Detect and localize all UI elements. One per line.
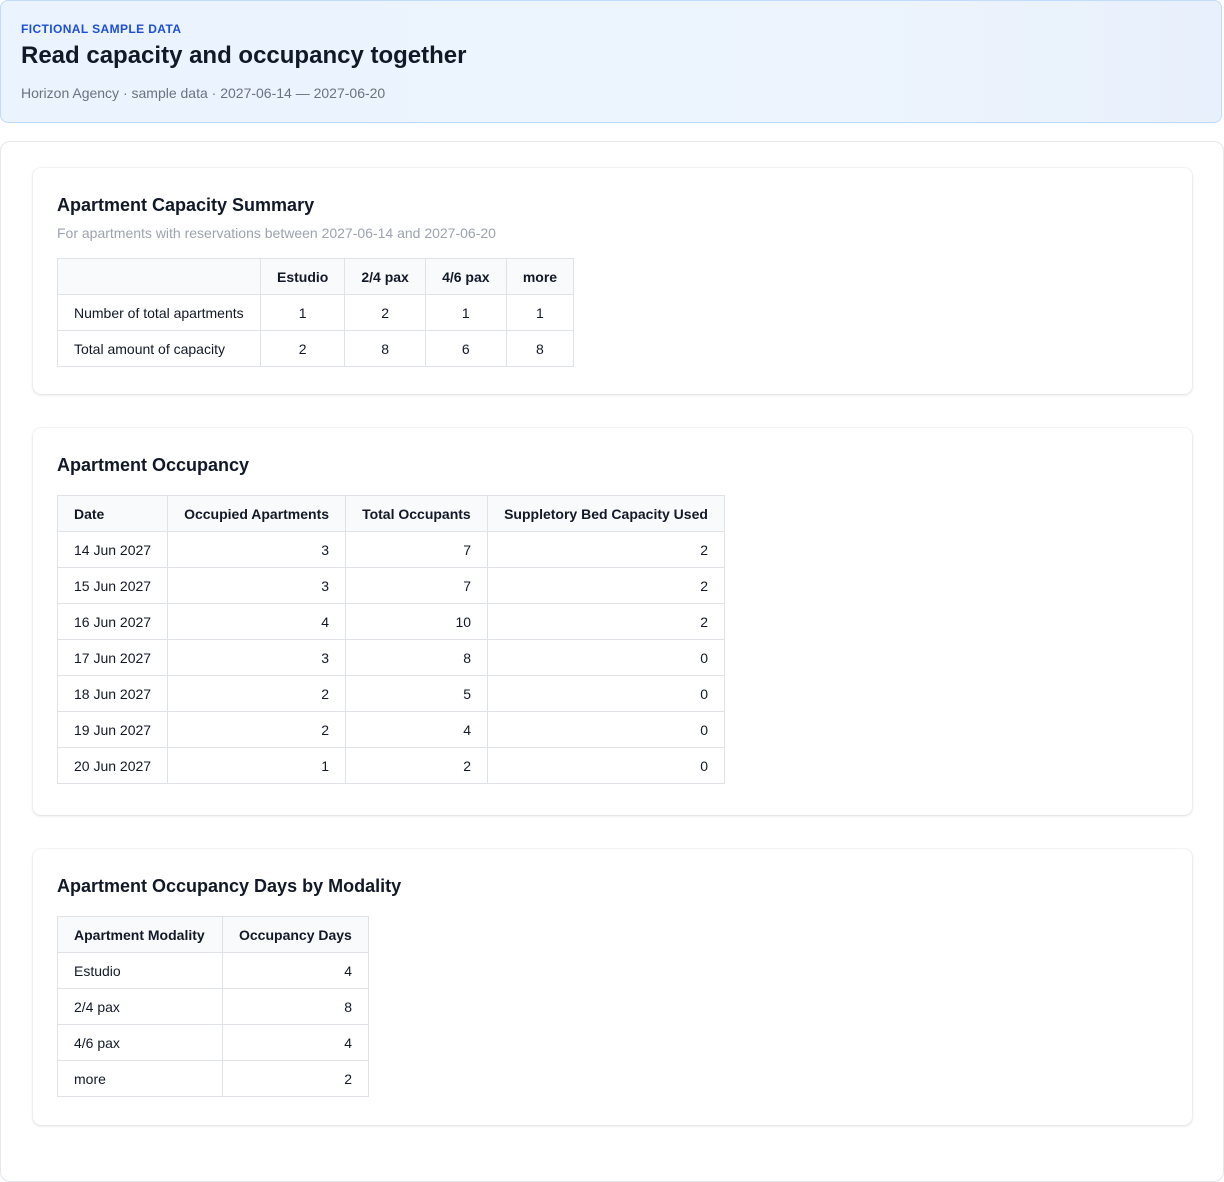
capacity-summary-card: Apartment Capacity Summary For apartment…	[33, 168, 1192, 394]
table-header-row: Apartment Modality Occupancy Days	[57, 916, 369, 953]
capacity-table: Estudio 2/4 pax 4/6 pax more Number of t…	[57, 258, 575, 367]
date-cell: 16 Jun 2027	[56, 603, 169, 640]
table-row: 18 Jun 2027 2 5 0	[56, 675, 726, 712]
table-cell: 4	[345, 711, 489, 748]
page-banner: FICTIONAL SAMPLE DATA Read capacity and …	[0, 0, 1222, 123]
page-subtitle: Horizon Agency · sample data · 2027-06-1…	[21, 85, 386, 101]
column-header: 4/6 pax	[424, 258, 507, 295]
date-cell: 14 Jun 2027	[56, 531, 169, 568]
table-row: 4/6 pax 4	[57, 1024, 369, 1061]
table-row: 2/4 pax 8	[57, 988, 369, 1025]
table-cell: 7	[345, 531, 489, 568]
modality-title: Apartment Occupancy Days by Modality	[57, 876, 402, 896]
table-cell: 0	[487, 747, 726, 784]
table-row: 15 Jun 2027 3 7 2	[56, 567, 726, 604]
modality-cell: 4/6 pax	[57, 1024, 223, 1061]
table-cell: 8	[345, 639, 489, 676]
table-cell: 2	[487, 531, 726, 568]
table-cell: 4	[222, 1024, 369, 1061]
table-cell: 4	[167, 603, 347, 640]
table-row: Number of total apartments 1 2 1 1	[57, 294, 575, 331]
column-header: Date	[56, 495, 169, 532]
table-cell: 2	[222, 1060, 369, 1097]
modality-cell: Estudio	[57, 952, 223, 989]
occupancy-table: Date Occupied Apartments Total Occupants…	[56, 495, 726, 784]
table-cell: 10	[345, 603, 489, 640]
table-row: 14 Jun 2027 3 7 2	[56, 531, 726, 568]
modality-cell: more	[57, 1060, 223, 1097]
table-header-row: Estudio 2/4 pax 4/6 pax more	[57, 258, 575, 295]
table-row: Estudio 4	[57, 952, 369, 989]
table-cell: 8	[222, 988, 369, 1025]
table-cell: 1	[505, 294, 575, 331]
capacity-summary-title: Apartment Capacity Summary	[57, 195, 315, 215]
table-cell: 1	[167, 747, 347, 784]
table-cell: 0	[487, 675, 726, 712]
table-cell: 6	[424, 330, 507, 367]
row-label: Total amount of capacity	[57, 330, 261, 367]
table-cell: 0	[487, 711, 726, 748]
table-header-row: Date Occupied Apartments Total Occupants…	[56, 495, 726, 532]
table-cell: 0	[487, 639, 726, 676]
date-cell: 17 Jun 2027	[56, 639, 169, 676]
column-header: Estudio	[259, 258, 346, 295]
table-cell: 1	[259, 294, 346, 331]
modality-card: Apartment Occupancy Days by Modality Apa…	[33, 849, 1192, 1125]
table-row: 20 Jun 2027 1 2 0	[56, 747, 726, 784]
table-cell: 3	[167, 531, 347, 568]
report-container: Apartment Capacity Summary For apartment…	[0, 141, 1224, 1182]
table-row: 17 Jun 2027 3 8 0	[56, 639, 726, 676]
occupancy-title: Apartment Occupancy	[57, 455, 250, 475]
table-row: Total amount of capacity 2 8 6 8	[57, 330, 575, 367]
column-header	[57, 258, 261, 295]
table-cell: 2	[345, 747, 489, 784]
table-row: 19 Jun 2027 2 4 0	[56, 711, 726, 748]
date-cell: 18 Jun 2027	[56, 675, 169, 712]
table-cell: 2	[487, 603, 726, 640]
date-cell: 20 Jun 2027	[56, 747, 169, 784]
table-cell: 8	[505, 330, 575, 367]
column-header: Suppletory Bed Capacity Used	[487, 495, 726, 532]
modality-table: Apartment Modality Occupancy Days Estudi…	[57, 916, 369, 1097]
sample-data-eyebrow: FICTIONAL SAMPLE DATA	[21, 22, 182, 36]
table-cell: 2	[259, 330, 346, 367]
date-cell: 19 Jun 2027	[56, 711, 169, 748]
table-cell: 4	[222, 952, 369, 989]
page-title: Read capacity and occupancy together	[21, 42, 467, 69]
column-header: 2/4 pax	[344, 258, 426, 295]
table-cell: 3	[167, 567, 347, 604]
table-cell: 2	[487, 567, 726, 604]
table-cell: 2	[344, 294, 426, 331]
column-header: Apartment Modality	[57, 916, 223, 953]
table-cell: 1	[424, 294, 507, 331]
column-header: Total Occupants	[345, 495, 489, 532]
table-cell: 2	[167, 675, 347, 712]
column-header: more	[505, 258, 575, 295]
column-header: Occupied Apartments	[167, 495, 347, 532]
table-cell: 5	[345, 675, 489, 712]
table-cell: 8	[344, 330, 426, 367]
capacity-summary-note: For apartments with reservations between…	[57, 225, 496, 241]
table-row: more 2	[57, 1060, 369, 1097]
occupancy-card: Apartment Occupancy Date Occupied Apartm…	[33, 428, 1192, 815]
table-cell: 7	[345, 567, 489, 604]
table-cell: 2	[167, 711, 347, 748]
date-cell: 15 Jun 2027	[56, 567, 169, 604]
column-header: Occupancy Days	[222, 916, 369, 953]
table-row: 16 Jun 2027 4 10 2	[56, 603, 726, 640]
row-label: Number of total apartments	[57, 294, 261, 331]
modality-cell: 2/4 pax	[57, 988, 223, 1025]
table-cell: 3	[167, 639, 347, 676]
